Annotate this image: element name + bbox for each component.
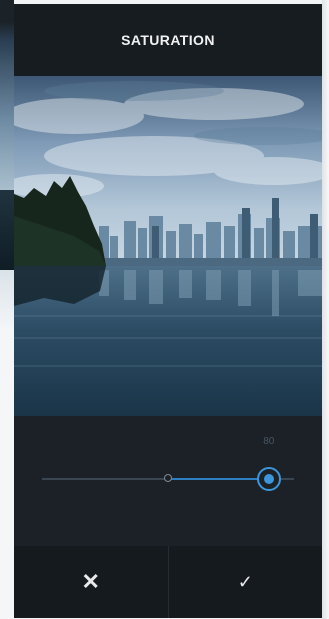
title-bar: SATURATION (14, 4, 322, 76)
cancel-button[interactable]: ✕ (14, 546, 169, 618)
right-edge-background (322, 0, 329, 619)
adjustment-controls: 80 (14, 416, 322, 546)
saturation-slider-handle[interactable] (256, 467, 281, 491)
saturation-editor-screen: SATURATION 80 ✕ ✓ (14, 4, 322, 618)
confirm-button[interactable]: ✓ (169, 546, 323, 618)
page-title: SATURATION (121, 32, 215, 48)
action-bar: ✕ ✓ (14, 546, 322, 618)
slider-handle-dot (263, 474, 274, 484)
close-icon: ✕ (81, 569, 100, 594)
slider-value-label: 80 (263, 436, 275, 447)
background-app-edge (0, 0, 14, 619)
photo-preview (14, 76, 322, 416)
slider-center-marker (164, 474, 172, 482)
checkmark-icon: ✓ (237, 571, 253, 592)
background-photo-fragment (0, 190, 14, 270)
saturation-slider-fill (168, 478, 269, 480)
